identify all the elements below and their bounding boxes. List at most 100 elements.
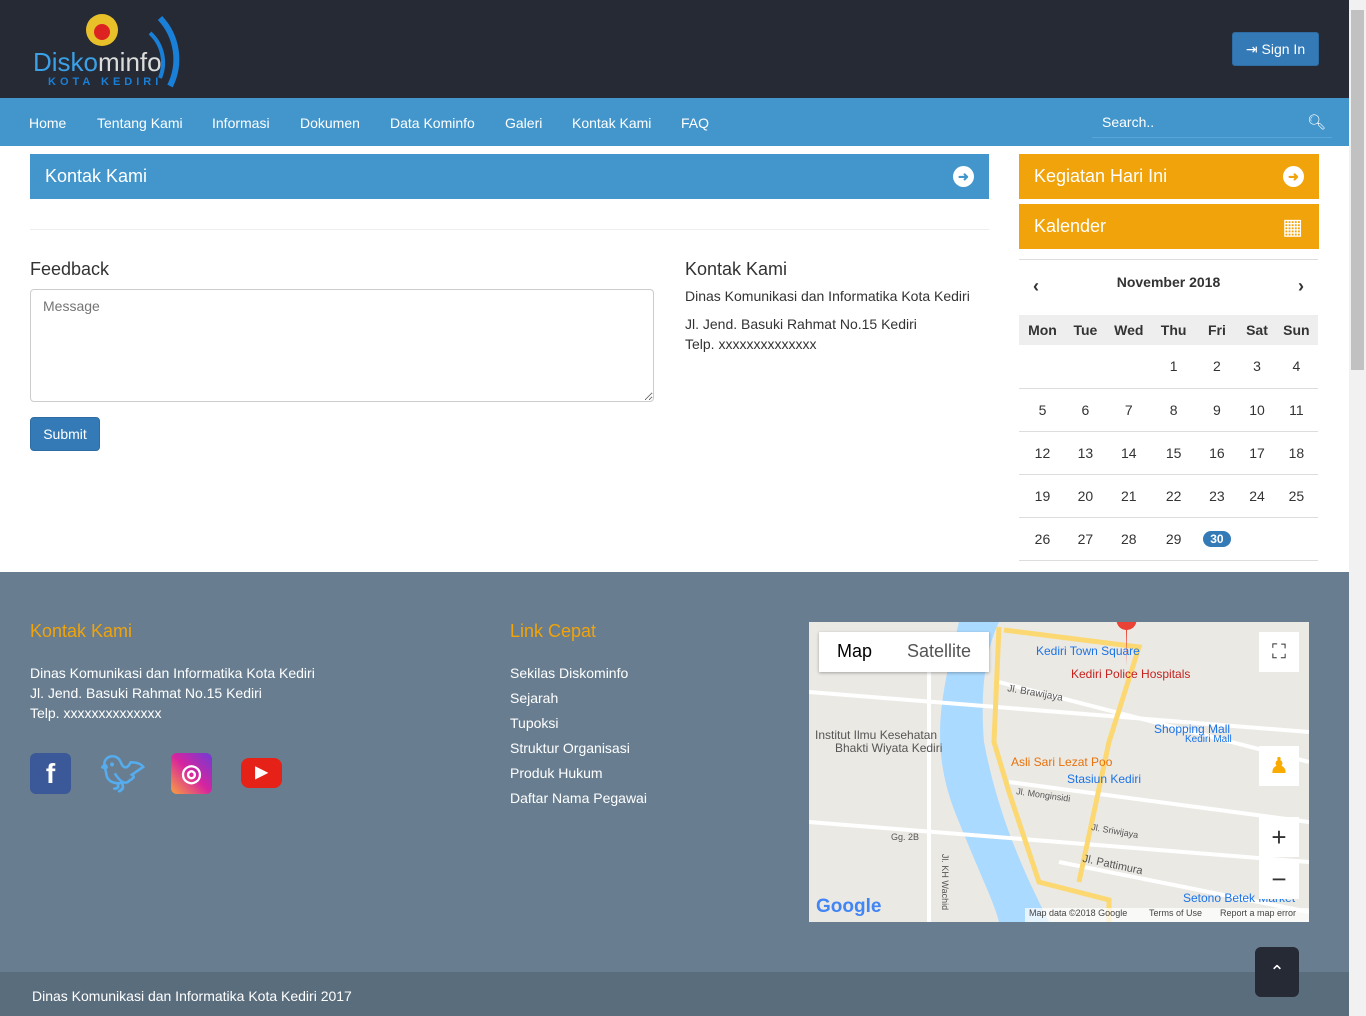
nav-galeri[interactable]: Galeri <box>505 98 542 148</box>
search-input[interactable]: Search.. <box>1092 106 1332 138</box>
diskominfo-logo[interactable]: Diskominfo KOTA KEDIRI <box>30 8 210 92</box>
calendar-day[interactable]: 5 <box>1019 388 1066 432</box>
day-number: 27 <box>1077 530 1094 547</box>
calendar-day[interactable]: 16 <box>1194 431 1240 475</box>
calendar-day[interactable]: 8 <box>1152 388 1195 432</box>
copyright: Dinas Komunikasi dan Informatika Kota Ke… <box>32 988 352 1004</box>
calendar-day[interactable]: 9 <box>1194 388 1240 432</box>
calendar-day[interactable]: 30 <box>1194 517 1240 561</box>
chevron-up-icon: ⌃ <box>1269 962 1285 982</box>
day-header: Mon <box>1019 315 1066 345</box>
day-number: 12 <box>1034 444 1051 461</box>
contact-title: Kontak Kami <box>685 259 788 279</box>
map-label: Institut Ilmu Kesehatan <box>815 728 938 742</box>
sign-in-button[interactable]: ⇥ Sign In <box>1232 32 1319 66</box>
calendar-day[interactable]: 7 <box>1104 388 1153 432</box>
contact-name: Dinas Komunikasi dan Informatika Kota Ke… <box>685 288 970 304</box>
calendar-day[interactable]: 28 <box>1104 517 1153 561</box>
calendar-day[interactable]: 10 <box>1239 388 1275 432</box>
day-number: 17 <box>1249 444 1265 461</box>
arrow-right-icon[interactable]: ➜ <box>1283 166 1304 187</box>
calendar-day[interactable]: 29 <box>1152 517 1195 561</box>
message-input[interactable] <box>30 289 654 402</box>
calendar-day[interactable]: 4 <box>1274 345 1318 389</box>
contact-address: Jl. Jend. Basuki Rahmat No.15 Kediri <box>685 316 917 332</box>
day-number: 5 <box>1038 401 1047 418</box>
feedback-title: Feedback <box>30 259 110 279</box>
calendar-day[interactable]: 14 <box>1104 431 1153 475</box>
calendar-day[interactable]: 6 <box>1065 388 1105 432</box>
calendar-day[interactable]: 12 <box>1019 431 1066 475</box>
calendar-day[interactable]: 24 <box>1239 474 1275 518</box>
footer-link[interactable]: Produk Hukum <box>510 765 603 781</box>
youtube-icon[interactable]: ▶ <box>241 758 282 788</box>
fullscreen-icon[interactable]: ⛶ <box>1259 632 1299 672</box>
panel-kontak-kami: Kontak Kami ➜ <box>30 154 989 199</box>
map-label: Stasiun Kediri <box>1067 772 1142 786</box>
calendar-day[interactable]: 17 <box>1239 431 1275 475</box>
day-header: Sun <box>1274 315 1318 345</box>
nav-dokumen[interactable]: Dokumen <box>300 98 360 148</box>
calendar-day[interactable]: 25 <box>1274 474 1318 518</box>
terms-link[interactable]: Terms of Use <box>1149 908 1202 918</box>
map-tab-satellite[interactable]: Satellite <box>907 641 971 662</box>
map-label: Kediri Police Hospitals <box>1071 667 1191 681</box>
nav-tentang-kami[interactable]: Tentang Kami <box>97 98 183 148</box>
map-label: Kediri Town Square <box>1036 644 1140 658</box>
calendar-day[interactable]: 2 <box>1194 345 1240 389</box>
panel-kegiatan: Kegiatan Hari Ini ➜ <box>1019 154 1319 199</box>
day-header: Tue <box>1065 315 1105 345</box>
zoom-out-button[interactable]: − <box>1259 859 1299 899</box>
map-label: Kediri Mall <box>1185 734 1232 745</box>
day-number: 8 <box>1169 401 1178 418</box>
footer-link[interactable]: Sejarah <box>510 690 558 706</box>
calendar-day[interactable]: 22 <box>1152 474 1195 518</box>
footer-link[interactable]: Sekilas Diskominfo <box>510 665 628 681</box>
submit-button[interactable]: Submit <box>30 417 100 451</box>
calendar-day[interactable]: 15 <box>1152 431 1195 475</box>
calendar-day[interactable]: 11 <box>1274 388 1318 432</box>
nav-kontak-kami[interactable]: Kontak Kami <box>572 98 651 148</box>
nav-home[interactable]: Home <box>29 98 66 148</box>
contact-phone: Telp. xxxxxxxxxxxxxx <box>685 336 817 352</box>
report-error-link[interactable]: Report a map error <box>1220 908 1296 918</box>
map-tab-map[interactable]: Map <box>837 641 872 662</box>
instagram-icon[interactable]: ◎ <box>171 753 212 794</box>
nav-faq[interactable]: FAQ <box>681 98 709 148</box>
day-number: 19 <box>1034 487 1051 504</box>
calendar-day[interactable]: 3 <box>1239 345 1275 389</box>
calendar-week: 19 20 21 22 23 24 25 <box>1019 474 1318 518</box>
calendar-day[interactable]: 18 <box>1274 431 1318 475</box>
calendar-day[interactable]: 13 <box>1065 431 1105 475</box>
day-number: 21 <box>1121 487 1137 504</box>
scrollbar-thumb[interactable] <box>1351 10 1364 370</box>
day-number: 4 <box>1292 358 1301 375</box>
calendar-day[interactable]: 27 <box>1065 517 1105 561</box>
nav-informasi[interactable]: Informasi <box>212 98 270 148</box>
facebook-icon[interactable]: f <box>30 753 71 794</box>
sign-in-label: Sign In <box>1261 41 1306 57</box>
footer-link[interactable]: Daftar Nama Pegawai <box>510 790 647 806</box>
nav-data-kominfo[interactable]: Data Kominfo <box>390 98 475 148</box>
calendar-day[interactable]: 20 <box>1065 474 1105 518</box>
next-month-icon[interactable]: › <box>1298 276 1304 297</box>
pegman-icon[interactable]: ♟ <box>1259 746 1299 786</box>
day-number: 1 <box>1169 358 1178 375</box>
google-map[interactable]: Map Satellite Kediri Town Square Kediri … <box>809 622 1309 922</box>
footer-link[interactable]: Struktur Organisasi <box>510 740 630 756</box>
calendar-day[interactable]: 19 <box>1019 474 1066 518</box>
back-to-top-button[interactable]: ⌃ <box>1255 947 1299 997</box>
zoom-in-button[interactable]: + <box>1259 817 1299 857</box>
twitter-icon[interactable]: 🐦︎ <box>100 753 146 794</box>
search-icon[interactable]: 🔍︎ <box>1307 113 1326 131</box>
kegiatan-title: Kegiatan Hari Ini <box>1034 166 1168 186</box>
calendar-day <box>1104 345 1153 389</box>
divider <box>30 229 989 230</box>
day-number: 24 <box>1249 487 1265 504</box>
calendar-day[interactable]: 26 <box>1019 517 1066 561</box>
arrow-right-icon[interactable]: ➜ <box>953 166 974 187</box>
calendar-day[interactable]: 21 <box>1104 474 1153 518</box>
calendar-day[interactable]: 23 <box>1194 474 1240 518</box>
calendar-day[interactable]: 1 <box>1152 345 1195 389</box>
footer-link[interactable]: Tupoksi <box>510 715 559 731</box>
